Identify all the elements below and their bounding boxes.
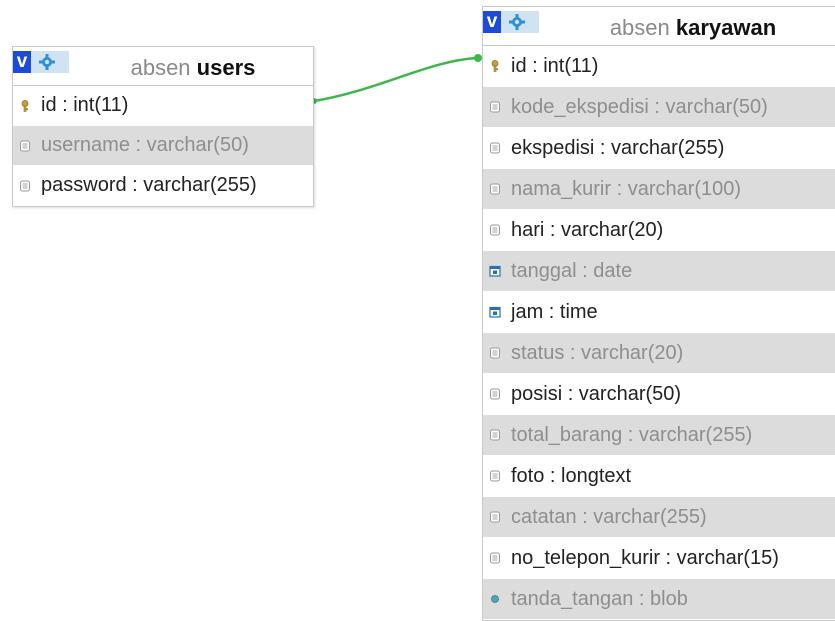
column-icon — [20, 140, 30, 152]
column-row[interactable]: total_barang : varchar(255) — [483, 415, 835, 456]
column-icon — [20, 180, 30, 192]
column-label: no_telepon_kurir : varchar(15) — [511, 547, 779, 569]
table-users[interactable]: v absen users id : int(11) username : var… — [12, 46, 314, 207]
column-label: posisi : varchar(50) — [511, 383, 682, 405]
column-icon — [490, 142, 500, 154]
column-row[interactable]: posisi : varchar(50) — [483, 374, 835, 415]
column-label: ekspedisi : varchar(255) — [511, 137, 725, 159]
database-name: absen — [130, 55, 191, 80]
table-header[interactable]: v absen users — [13, 47, 313, 86]
table-karyawan[interactable]: v absen karyawan id : int(11) kode_eksped… — [482, 6, 835, 621]
toggle-columns-button[interactable]: v — [483, 11, 501, 33]
table-options-button[interactable] — [501, 11, 539, 33]
column-icon — [490, 552, 500, 564]
table-header[interactable]: v absen karyawan — [483, 7, 835, 46]
column-icon — [490, 101, 500, 113]
table-title[interactable]: absen users — [73, 55, 313, 81]
relation-endpoint-karyawan — [474, 54, 482, 62]
column-label: foto : longtext — [511, 465, 632, 487]
column-icon — [490, 224, 500, 236]
column-icon — [490, 470, 500, 482]
table-name: users — [196, 55, 256, 80]
column-icon — [490, 347, 500, 359]
column-row[interactable]: nama_kurir : varchar(100) — [483, 169, 835, 210]
column-label: status : varchar(20) — [511, 342, 684, 364]
gear-icon — [39, 54, 55, 70]
column-label: nama_kurir : varchar(100) — [511, 178, 742, 200]
column-row[interactable]: catatan : varchar(255) — [483, 497, 835, 538]
key-icon — [21, 100, 29, 112]
column-label: total_barang : varchar(255) — [511, 424, 753, 446]
toggle-columns-button[interactable]: v — [13, 51, 31, 73]
date-icon — [489, 306, 501, 318]
relation-line[interactable] — [313, 56, 479, 103]
column-label: password : varchar(255) — [41, 174, 257, 196]
column-icon — [490, 183, 500, 195]
table-options-button[interactable] — [31, 51, 69, 73]
column-label: id : int(11) — [511, 55, 599, 77]
column-row[interactable]: jam : time — [483, 292, 835, 333]
column-icon — [490, 511, 500, 523]
column-row[interactable]: foto : longtext — [483, 456, 835, 497]
column-row[interactable]: no_telepon_kurir : varchar(15) — [483, 538, 835, 579]
column-row[interactable]: tanggal : date — [483, 251, 835, 292]
column-row[interactable]: tanda_tangan : blob — [483, 579, 835, 620]
table-title[interactable]: absen karyawan — [543, 15, 835, 41]
column-label: username : varchar(50) — [41, 134, 249, 156]
key-icon — [491, 60, 499, 72]
column-label: tanda_tangan : blob — [511, 588, 688, 610]
column-icon — [490, 388, 500, 400]
column-row[interactable]: password : varchar(255) — [13, 166, 313, 206]
table-name: karyawan — [675, 15, 777, 40]
column-label: kode_ekspedisi : varchar(50) — [511, 96, 768, 118]
gear-icon — [509, 14, 525, 30]
column-row[interactable]: ekspedisi : varchar(255) — [483, 128, 835, 169]
database-name: absen — [609, 15, 670, 40]
column-label: jam : time — [511, 301, 598, 323]
column-icon — [490, 429, 500, 441]
column-label: catatan : varchar(255) — [511, 506, 707, 528]
column-label: tanggal : date — [511, 260, 633, 282]
blob-icon — [491, 595, 499, 603]
column-label: id : int(11) — [41, 94, 129, 116]
date-icon — [489, 265, 501, 277]
column-row[interactable]: id : int(11) — [13, 86, 313, 126]
column-row[interactable]: id : int(11) — [483, 46, 835, 87]
column-row[interactable]: hari : varchar(20) — [483, 210, 835, 251]
column-row[interactable]: status : varchar(20) — [483, 333, 835, 374]
column-row[interactable]: username : varchar(50) — [13, 126, 313, 166]
column-label: hari : varchar(20) — [511, 219, 664, 241]
column-row[interactable]: kode_ekspedisi : varchar(50) — [483, 87, 835, 128]
